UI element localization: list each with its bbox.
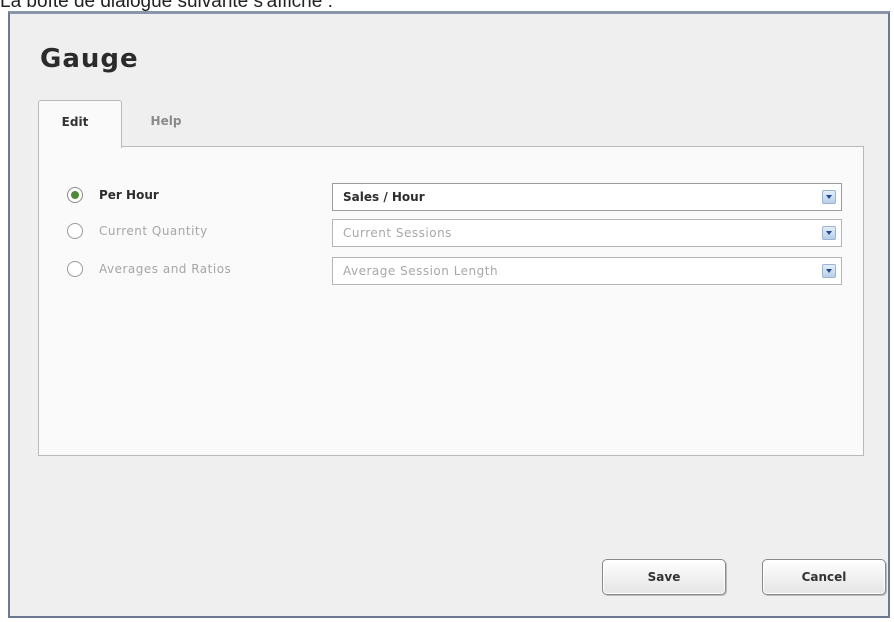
edit-panel: Per Hour Sales / Hour Current Quantity C… — [38, 146, 864, 456]
tab-help[interactable]: Help — [132, 100, 212, 146]
cancel-button[interactable]: Cancel — [762, 559, 886, 595]
select-value-current-quantity: Current Sessions — [343, 226, 452, 240]
option-label-per-hour: Per Hour — [99, 188, 159, 202]
radio-per-hour[interactable] — [67, 187, 83, 203]
chevron-down-icon[interactable] — [822, 226, 836, 240]
tab-help-label: Help — [150, 114, 182, 128]
page-caption: La boîte de dialogue suivante s'affiche … — [0, 0, 333, 12]
select-per-hour[interactable]: Sales / Hour — [332, 183, 842, 211]
option-row-averages-ratios: Averages and Ratios Average Session Leng… — [39, 257, 863, 285]
save-button[interactable]: Save — [602, 559, 726, 595]
chevron-down-icon[interactable] — [822, 190, 836, 204]
select-averages-ratios[interactable]: Average Session Length — [332, 257, 842, 285]
select-value-per-hour: Sales / Hour — [343, 190, 425, 204]
dialog-title: Gauge — [40, 44, 139, 74]
option-label-averages-ratios: Averages and Ratios — [99, 262, 232, 276]
gauge-dialog: Gauge Edit Help Per Hour Sales / Hour Cu… — [8, 11, 890, 618]
option-label-current-quantity: Current Quantity — [99, 224, 208, 238]
tab-edit-label: Edit — [61, 115, 89, 129]
select-value-averages-ratios: Average Session Length — [343, 264, 499, 278]
radio-current-quantity[interactable] — [67, 223, 83, 239]
option-row-current-quantity: Current Quantity Current Sessions — [39, 219, 863, 247]
tab-edit[interactable]: Edit — [38, 100, 122, 148]
chevron-down-icon[interactable] — [822, 264, 836, 278]
option-row-per-hour: Per Hour Sales / Hour — [39, 183, 863, 211]
radio-averages-ratios[interactable] — [67, 261, 83, 277]
select-current-quantity[interactable]: Current Sessions — [332, 219, 842, 247]
